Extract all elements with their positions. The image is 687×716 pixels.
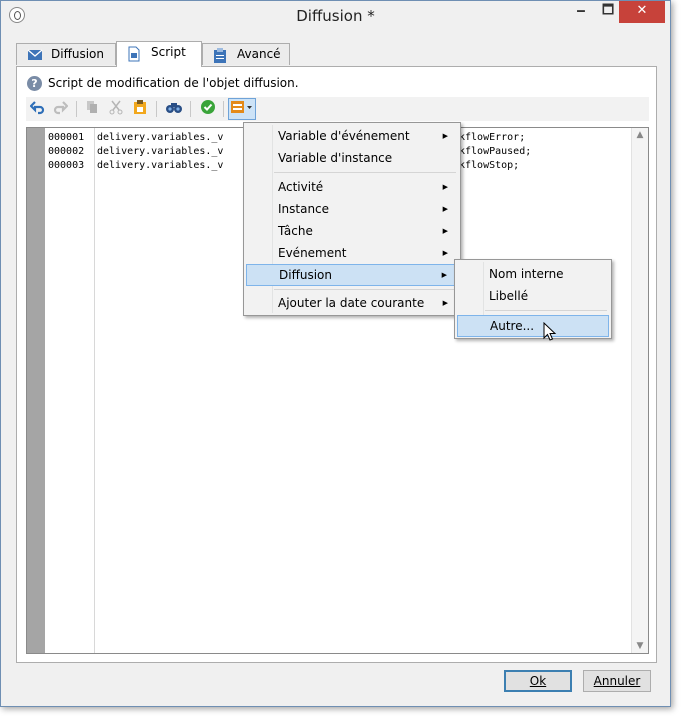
menu-item-instance[interactable]: Instance ▶: [246, 198, 458, 220]
line-number: 000002: [48, 146, 85, 157]
tab-diffusion[interactable]: Diffusion: [16, 43, 116, 65]
script-document-icon: [127, 46, 143, 61]
check-icon[interactable]: [198, 99, 218, 119]
cancel-button[interactable]: Annuler: [583, 670, 651, 692]
toolbar-separator: [156, 101, 157, 117]
editor-gutter: [27, 128, 45, 653]
line-numbers: [45, 128, 95, 653]
menu-item-label: Autre...: [490, 319, 535, 333]
menu-item-label: Activité: [278, 180, 324, 194]
envelope-icon: [27, 48, 43, 62]
menu-item-label: Diffusion: [279, 268, 332, 282]
scroll-down-icon[interactable]: ▼: [632, 641, 648, 651]
diffusion-submenu: Nom interne Libellé Autre...: [454, 259, 612, 339]
line-number: 000001: [48, 132, 85, 143]
code-line-start: delivery.variables._v: [97, 146, 224, 157]
submenu-arrow-icon: ▶: [442, 249, 448, 257]
menu-separator: [274, 289, 456, 290]
tab-label: Avancé: [237, 47, 281, 61]
submenu-arrow-icon: ▶: [442, 227, 448, 235]
vertical-scrollbar[interactable]: ▲ ▼: [631, 128, 648, 653]
submenu-arrow-icon: ▶: [441, 271, 447, 279]
menu-item-ajouter-date[interactable]: Ajouter la date courante ▶: [246, 292, 458, 314]
menu-item-label: Variable d'instance: [278, 151, 393, 165]
code-line-end: kflowError;: [459, 132, 526, 143]
maximize-button[interactable]: 🗖: [596, 1, 620, 23]
clipboard-icon: [213, 47, 229, 63]
submenu-arrow-icon: ▶: [442, 299, 448, 307]
insert-field-icon[interactable]: [228, 98, 256, 120]
toolbar-separator: [223, 101, 224, 117]
code-line-start: delivery.variables._v: [97, 160, 224, 171]
submenu-arrow-icon: ▶: [442, 205, 448, 213]
menu-item-variable-evenement[interactable]: Variable d'événement ▶: [246, 125, 458, 147]
editor-toolbar: [26, 97, 649, 121]
code-line-start: delivery.variables._v: [97, 132, 224, 143]
insert-context-menu: Variable d'événement ▶ Variable d'instanc…: [243, 122, 461, 316]
submenu-arrow-icon: ▶: [442, 183, 448, 191]
submenu-item-nom-interne[interactable]: Nom interne: [457, 263, 609, 285]
copy-icon[interactable]: [82, 99, 102, 119]
submenu-arrow-icon: ▶: [442, 132, 448, 140]
tab-label: Diffusion: [51, 47, 104, 61]
menu-item-label: Ajouter la date courante: [278, 296, 425, 310]
menu-item-tache[interactable]: Tâche ▶: [246, 220, 458, 242]
menu-separator: [274, 172, 456, 173]
menu-item-activite[interactable]: Activité ▶: [246, 176, 458, 198]
title-bar[interactable]: Diffusion * 🗕 🗖 ✕: [1, 1, 670, 31]
tab-label: Script: [151, 45, 186, 59]
redo-icon[interactable]: [50, 99, 70, 119]
line-number: 000003: [48, 160, 85, 171]
info-text: Script de modification de l'objet diffus…: [48, 76, 299, 90]
code-line-end: kflowPaused;: [459, 146, 532, 157]
mouse-cursor-icon: [543, 321, 557, 345]
menu-item-label: Variable d'événement: [278, 129, 410, 143]
toolbar-separator: [76, 101, 77, 117]
tab-script[interactable]: Script: [116, 41, 202, 67]
menu-item-label: Libellé: [489, 289, 529, 303]
menu-separator: [485, 310, 607, 311]
info-line: ? Script de modification de l'objet diffu…: [27, 76, 299, 91]
menu-item-label: Nom interne: [489, 267, 564, 281]
toolbar-separator: [190, 101, 191, 117]
scroll-up-icon[interactable]: ▲: [632, 130, 648, 140]
question-icon: ?: [27, 76, 42, 91]
menu-item-label: Evénement: [278, 246, 347, 260]
cut-icon[interactable]: [106, 99, 126, 119]
diffusion-dialog: Diffusion * 🗕 🗖 ✕ Diffusion Script Avanc…: [0, 0, 671, 707]
ok-button[interactable]: Ok: [504, 670, 572, 692]
search-binoculars-icon[interactable]: [164, 99, 184, 119]
submenu-item-autre[interactable]: Autre...: [457, 315, 609, 337]
code-line-end: kflowStop;: [459, 160, 520, 171]
undo-icon[interactable]: [28, 99, 48, 119]
minimize-button[interactable]: 🗕: [569, 1, 593, 23]
submenu-item-libelle[interactable]: Libellé: [457, 285, 609, 307]
paste-icon[interactable]: [130, 99, 150, 119]
menu-item-label: Instance: [278, 202, 330, 216]
tab-avance[interactable]: Avancé: [202, 43, 290, 65]
close-button[interactable]: ✕: [619, 1, 665, 23]
menu-item-evenement[interactable]: Evénement ▶: [246, 242, 458, 264]
menu-item-variable-instance[interactable]: Variable d'instance: [246, 147, 458, 169]
menu-item-diffusion[interactable]: Diffusion ▶: [246, 264, 458, 286]
menu-item-label: Tâche: [278, 224, 313, 238]
